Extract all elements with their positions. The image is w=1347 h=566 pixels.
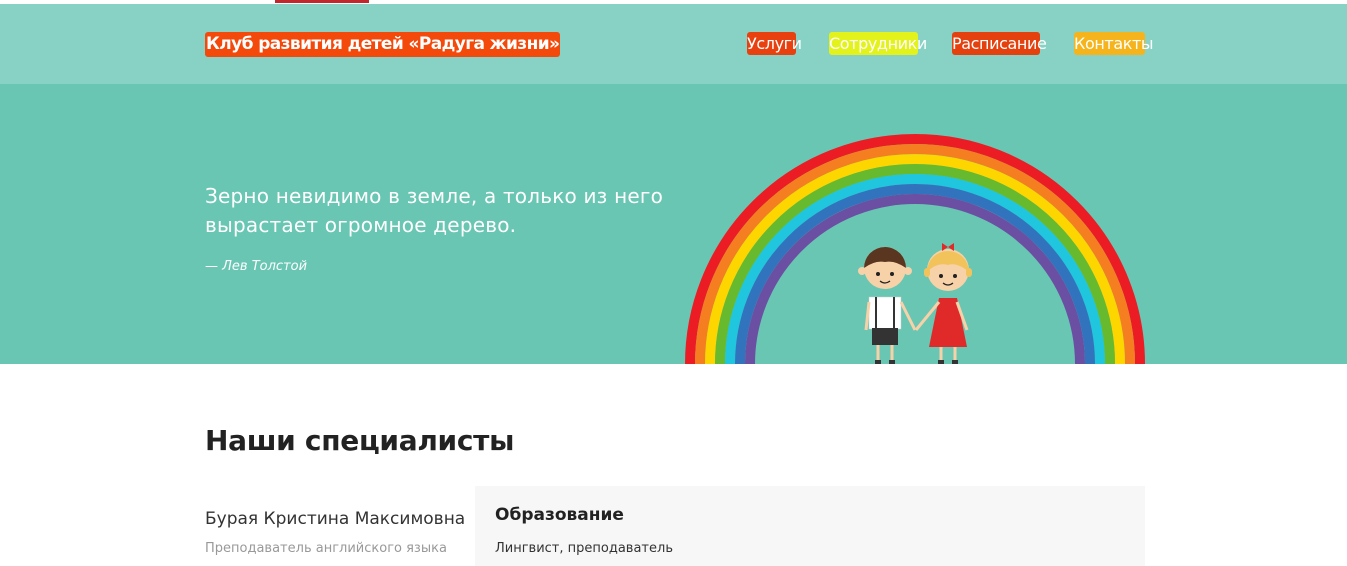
site-header: Клуб развития детей «Радуга жизни» Услуг… bbox=[0, 4, 1347, 84]
specialists-heading: Наши специалисты bbox=[205, 424, 515, 457]
nav-item-services[interactable]: Услуги bbox=[747, 32, 802, 55]
girl-figure bbox=[914, 243, 972, 364]
specialist-role: Преподаватель английского языка bbox=[205, 541, 447, 556]
hero-banner: Зерно невидимо в земле, а только из него… bbox=[0, 84, 1347, 364]
nav-item-schedule[interactable]: Расписание bbox=[952, 32, 1047, 55]
education-card: Образование Лингвист, преподаватель bbox=[475, 486, 1145, 566]
site-logo[interactable]: Клуб развития детей «Радуга жизни» bbox=[205, 32, 561, 57]
top-accent-bar bbox=[275, 0, 369, 3]
nav-item-staff[interactable]: Сотрудники bbox=[829, 32, 927, 55]
nav-item-contacts[interactable]: Контакты bbox=[1074, 32, 1154, 55]
hero-quote: Зерно невидимо в земле, а только из него… bbox=[205, 184, 663, 237]
quote-author: — Лев Толстой bbox=[205, 259, 308, 274]
boy-figure bbox=[858, 247, 917, 364]
specialist-name: Бурая Кристина Максимовна bbox=[205, 509, 466, 529]
education-text: Лингвист, преподаватель bbox=[495, 541, 673, 556]
education-title: Образование bbox=[495, 505, 624, 525]
rainbow-illustration bbox=[685, 134, 1145, 364]
